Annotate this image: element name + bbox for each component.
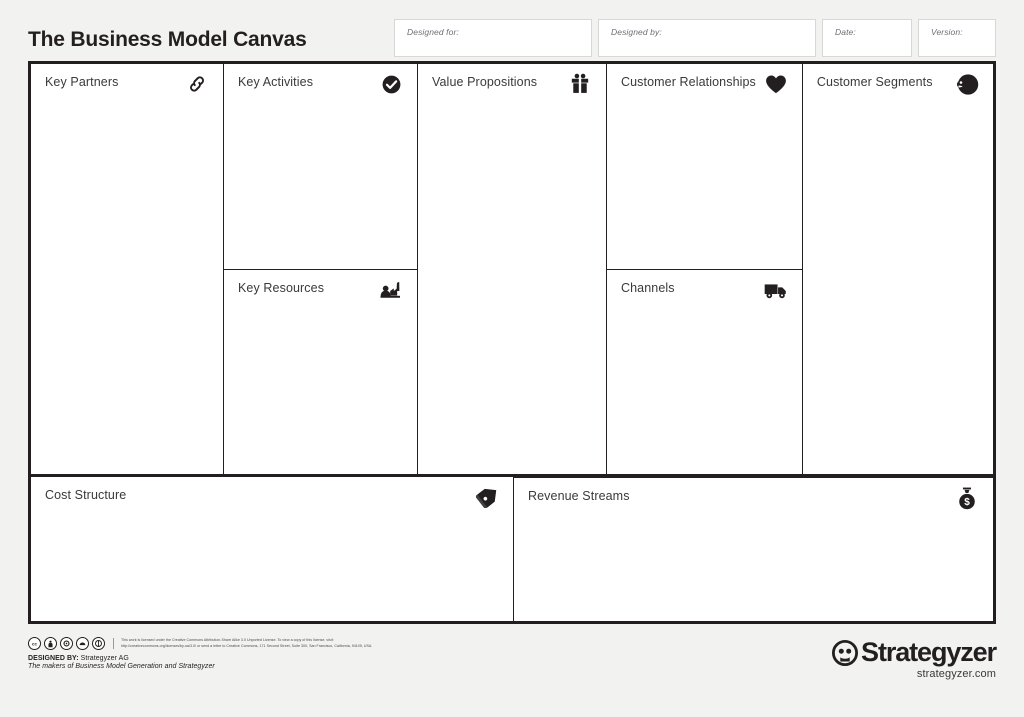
makers-tagline: The makers of Business Model Generation … [28,663,215,670]
nc-icon [76,637,89,650]
designed-by-field[interactable]: Designed by: [598,19,816,57]
version-field[interactable]: Version: [918,19,996,57]
block-header: Revenue Streams $ [528,487,979,510]
money-bag-icon: $ [955,486,979,510]
canvas-top-row: Key Partners Key Activities Key Resource… [31,64,993,474]
block-customer-segments[interactable]: Customer Segments [803,64,993,474]
business-model-canvas-page: The Business Model Canvas Designed for: … [0,0,1024,717]
block-title: Channels [621,281,675,295]
block-title: Key Activities [238,75,314,89]
canvas-header: The Business Model Canvas Designed for: … [28,0,996,58]
block-title: Customer Relationships [621,75,756,89]
block-header: Customer Relationships [621,75,788,96]
block-header: Key Resources [238,281,403,302]
block-header: Customer Segments [816,73,979,96]
block-header: Key Partners [45,75,209,96]
header-fields: Designed for: Designed by: Date: Version… [307,19,996,58]
svg-text:cc: cc [32,641,38,646]
factory-icon [379,278,403,302]
block-customer-relationships[interactable]: Customer Relationships [607,64,802,269]
license-text: This work is licensed under the Creative… [113,637,373,650]
creative-commons-row: cc This work is licensed under the Creat… [28,637,372,650]
block-header: Value Propositions [432,73,592,96]
column-value-propositions: Value Propositions [417,64,606,474]
price-tags-icon [475,485,499,509]
block-value-propositions[interactable]: Value Propositions [418,64,606,474]
page-title: The Business Model Canvas [28,28,307,51]
column-customer-relationships: Customer Relationships Channels [606,64,802,474]
block-key-partners[interactable]: Key Partners [31,64,223,474]
version-label: Version: [931,27,963,37]
designed-for-label: Designed for: [407,27,459,37]
canvas-bottom-row: Cost Structure Revenue Streams $ [31,474,993,621]
block-channels[interactable]: Channels [607,269,802,474]
block-title: Key Resources [238,281,325,295]
check-circle-icon [379,72,403,96]
chain-link-icon [185,72,209,96]
creative-commons-badges: cc [28,637,105,650]
column-customer-segments: Customer Segments [801,64,993,474]
heart-icon [764,72,788,96]
footer-license-area: cc This work is licensed under the Creat… [28,637,372,670]
strategyzer-mark-icon [832,639,859,666]
block-key-resources[interactable]: Key Resources [224,269,417,474]
delivery-truck-icon [764,278,788,302]
block-cost-structure[interactable]: Cost Structure [31,477,513,621]
block-header: Key Activities [238,75,403,96]
by-icon [44,637,57,650]
strategyzer-wordmark: Strategyzer [861,637,997,667]
block-title: Value Propositions [432,75,538,89]
designed-by-label: Designed by: [611,27,662,37]
block-title: Cost Structure [45,488,127,502]
block-key-activities[interactable]: Key Activities [224,64,417,269]
svg-text:$: $ [964,497,970,508]
designed-by-credit: DESIGNED BY: Strategyzer AG [28,655,372,662]
block-title: Revenue Streams [528,489,630,503]
strategyzer-logo[interactable]: Strategyzer [832,637,997,667]
license-line-2: http://creativecommons.org/licenses/by-s… [121,643,373,648]
gift-box-icon [568,72,592,96]
date-label: Date: [835,27,856,37]
footer-brand-area: Strategyzer strategyzer.com [832,637,997,680]
strategyzer-url[interactable]: strategyzer.com [832,668,996,680]
block-header: Cost Structure [45,488,499,509]
block-header: Channels [621,281,788,302]
canvas-grid: Key Partners Key Activities Key Resource… [28,61,996,624]
canvas-footer: cc This work is licensed under the Creat… [28,624,997,680]
block-revenue-streams[interactable]: Revenue Streams $ [513,477,993,621]
date-field[interactable]: Date: [822,19,912,57]
person-profile-icon [955,72,979,96]
zero-icon [92,637,105,650]
column-key-activities: Key Activities Key Resources [223,64,417,474]
block-title: Customer Segments [816,75,933,89]
sa-icon [60,637,73,650]
cc-icon: cc [28,637,41,650]
block-title: Key Partners [45,75,119,89]
designed-for-field[interactable]: Designed for: [394,19,592,57]
designed-by-credit-value: Strategyzer AG [80,655,129,662]
designed-by-credit-label: DESIGNED BY: [28,655,79,662]
column-key-partners: Key Partners [31,64,223,474]
